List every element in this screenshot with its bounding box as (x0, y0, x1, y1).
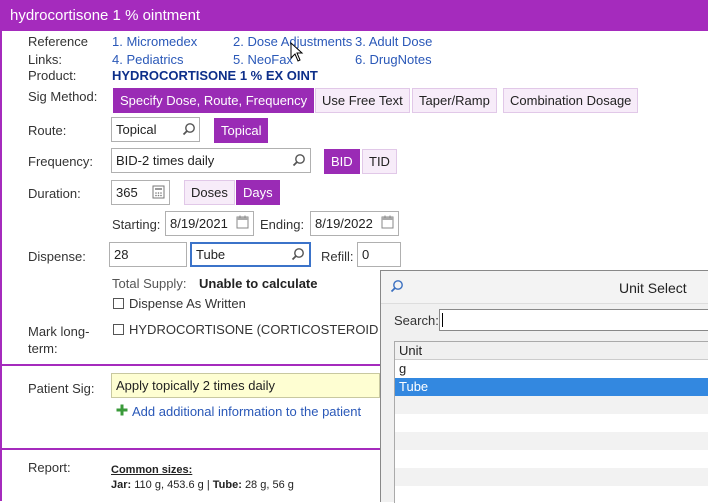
dispense-as-written-label: Dispense As Written (129, 296, 246, 311)
add-patient-info-link[interactable]: Add additional information to the patien… (132, 404, 361, 419)
report-tube-label: Tube: (212, 479, 242, 491)
dispense-as-written-checkbox[interactable] (113, 298, 124, 309)
unit-row-g[interactable]: g (395, 360, 708, 378)
mark-long-term-label-2: term: (28, 341, 58, 356)
sig-method-free-text-button[interactable]: Use Free Text (315, 88, 410, 113)
unit-row-empty (395, 432, 708, 450)
frequency-input[interactable]: BID-2 times daily (111, 148, 311, 173)
duration-days-button[interactable]: Days (236, 180, 280, 205)
sig-method-taper-button[interactable]: Taper/Ramp (412, 88, 497, 113)
patient-sig-value: Apply topically 2 times daily (116, 378, 275, 393)
unit-select-dialog: Unit Select Search: Unit g Tube (380, 270, 708, 503)
patient-sig-input[interactable]: Apply topically 2 times daily (111, 373, 380, 398)
long-term-option-label: HYDROCORTISONE (CORTICOSTEROIDS - (129, 322, 379, 337)
unit-row-empty (395, 486, 708, 502)
duration-input-value: 365 (116, 185, 138, 200)
refill-input-value: 0 (362, 247, 370, 262)
frequency-label: Frequency: (28, 154, 94, 169)
report-heading: Common sizes: (111, 464, 193, 476)
frequency-bid-button[interactable]: BID (324, 149, 360, 174)
sig-method-specify-button[interactable]: Specify Dose, Route, Frequency (113, 88, 315, 113)
unit-search-input[interactable] (439, 309, 708, 331)
duration-label: Duration: (28, 186, 81, 201)
section-divider-2 (2, 448, 382, 450)
link-pediatrics[interactable]: 4. Pediatrics (112, 52, 184, 67)
links-label: Links: (28, 52, 62, 67)
dispense-quantity-value: 28 (114, 247, 129, 262)
sig-method-label: Sig Method: (28, 89, 98, 104)
frequency-input-value: BID-2 times daily (116, 153, 215, 168)
frequency-search-icon[interactable] (292, 153, 306, 167)
starting-calendar-icon[interactable] (236, 215, 249, 229)
product-label: Product: (28, 68, 77, 83)
search-label: Search: (394, 313, 439, 328)
duration-doses-button[interactable]: Doses (184, 180, 235, 205)
unit-column-header[interactable]: Unit (395, 342, 708, 360)
mark-long-term-label: Mark long- (28, 324, 90, 339)
dispense-unit-search-icon[interactable] (291, 247, 305, 261)
long-term-checkbox[interactable] (113, 324, 124, 335)
unit-select-titlebar[interactable]: Unit Select (381, 271, 708, 304)
starting-date-value: 8/19/2021 (170, 216, 228, 231)
route-search-icon[interactable] (182, 122, 196, 136)
patient-sig-label: Patient Sig: (28, 381, 95, 396)
link-drugnotes[interactable]: 6. DrugNotes (355, 52, 432, 67)
report-sizes: Jar: 110 g, 453.6 g | Tube: 28 g, 56 g (111, 479, 294, 491)
sig-method-combination-button[interactable]: Combination Dosage (503, 88, 639, 113)
reference-label: Reference (28, 34, 88, 49)
route-topical-button[interactable]: Topical (214, 118, 269, 143)
unit-select-title: Unit Select (619, 280, 687, 296)
dispense-unit-value: Tube (196, 247, 226, 262)
dialog-search-icon (390, 280, 403, 293)
dispense-quantity-input[interactable]: 28 (109, 242, 187, 267)
unit-row-empty (395, 468, 708, 486)
ending-date-value: 8/19/2022 (315, 216, 373, 231)
ending-calendar-icon[interactable] (381, 215, 394, 229)
ending-label: Ending: (260, 217, 305, 232)
mouse-cursor-icon (290, 42, 304, 62)
unit-row-empty (395, 396, 708, 414)
unit-row-tube[interactable]: Tube (395, 378, 708, 396)
link-adult-dose[interactable]: 3. Adult Dose (355, 34, 432, 49)
report-jar-label: Jar: (111, 479, 132, 491)
total-supply-label: Total Supply: (112, 276, 187, 291)
link-micromedex[interactable]: 1. Micromedex (112, 34, 197, 49)
product-name: HYDROCORTISONE 1 % EX OINT (112, 68, 318, 83)
unit-row-empty (395, 450, 708, 468)
unit-row-empty (395, 414, 708, 432)
dispense-label: Dispense: (28, 249, 86, 264)
total-supply-value: Unable to calculate (199, 276, 318, 291)
section-divider (2, 364, 382, 366)
route-input-value: Topical (116, 122, 157, 137)
report-tube-sizes: 28 g, 56 g (244, 479, 294, 491)
window-title: hydrocortisone 1 % ointment (0, 0, 708, 31)
link-neofax[interactable]: 5. NeoFax (233, 52, 293, 67)
refill-input[interactable]: 0 (357, 242, 401, 267)
report-jar-sizes: 110 g, 453.6 g | (134, 479, 210, 491)
duration-calculator-icon[interactable] (152, 185, 165, 199)
route-label: Route: (28, 123, 67, 138)
refill-label: Refill: (321, 249, 354, 264)
add-plus-icon[interactable] (116, 404, 128, 416)
report-label: Report: (28, 460, 71, 475)
frequency-tid-button[interactable]: TID (362, 149, 397, 174)
text-caret (442, 313, 443, 327)
starting-label: Starting: (112, 217, 161, 232)
